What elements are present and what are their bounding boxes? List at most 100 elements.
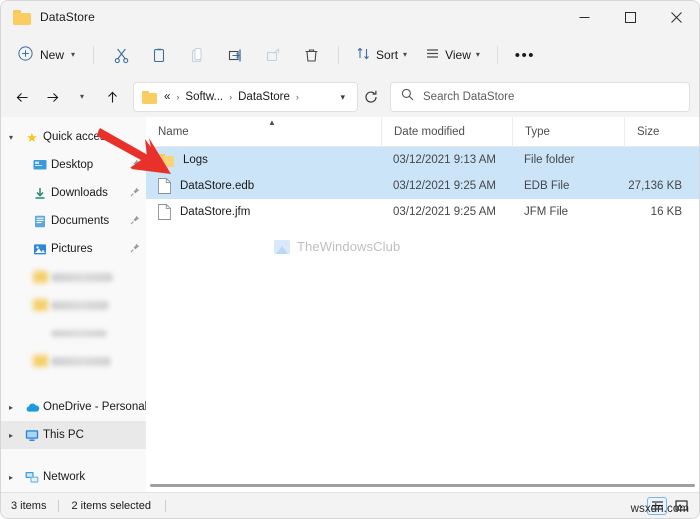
- sidebar-item-label: Network: [43, 471, 86, 483]
- up-button[interactable]: [97, 82, 127, 112]
- sidebar-item-documents[interactable]: Documents: [1, 207, 146, 235]
- new-button[interactable]: New ▾: [11, 40, 84, 70]
- breadcrumb-overflow[interactable]: «: [164, 91, 170, 103]
- navigation-pane: ▾ ★ Quick access Desktop Downloads Docum…: [1, 117, 146, 492]
- forward-button[interactable]: [37, 82, 67, 112]
- breadcrumb[interactable]: « › Softw... › DataStore › ▾: [133, 82, 358, 112]
- plus-circle-icon: [18, 46, 33, 64]
- watermark-text: TheWindowsClub: [297, 239, 401, 254]
- redacted-label: [51, 272, 113, 282]
- breadcrumb-item-1[interactable]: DataStore: [238, 91, 290, 103]
- chevron-down-icon: ▾: [403, 50, 408, 59]
- redacted-label: [51, 329, 107, 337]
- chevron-right-icon[interactable]: ▸: [1, 403, 21, 412]
- sidebar-item-network[interactable]: ▸ Network: [1, 463, 146, 491]
- copy-button[interactable]: [141, 40, 177, 70]
- sidebar-item-quick-access[interactable]: ▾ ★ Quick access: [1, 123, 146, 151]
- chevron-down-icon: ▾: [79, 92, 84, 101]
- sidebar-item-redacted-4[interactable]: [1, 347, 146, 375]
- selection-count: 2 items selected: [71, 499, 151, 512]
- pin-icon[interactable]: [130, 184, 140, 202]
- share-button: [255, 40, 291, 70]
- column-header-name[interactable]: Name: [146, 117, 381, 147]
- sidebar-item-onedrive[interactable]: ▸ OneDrive - Personal: [1, 393, 146, 421]
- corner-watermark: wsxdn.com: [630, 503, 689, 515]
- search-icon: [401, 88, 414, 106]
- image-icon: [274, 239, 290, 254]
- chevron-right-icon[interactable]: ▸: [1, 473, 21, 482]
- close-icon[interactable]: [653, 1, 699, 33]
- status-divider: [58, 499, 60, 512]
- status-divider-2: [164, 499, 166, 512]
- scrollbar-thumb[interactable]: [150, 483, 695, 487]
- sidebar-item-label: Quick access: [43, 131, 112, 143]
- cut-button[interactable]: [103, 40, 139, 70]
- column-header-size[interactable]: Size: [624, 116, 696, 147]
- desktop-icon: [29, 159, 51, 172]
- sidebar-item-label: Downloads: [51, 187, 108, 199]
- maximize-icon[interactable]: [607, 1, 653, 33]
- pc-icon: [21, 429, 43, 442]
- redacted-label: [51, 356, 111, 366]
- refresh-button[interactable]: [358, 82, 384, 112]
- sort-ascending-icon: ▲: [268, 118, 276, 127]
- table-row[interactable]: DataStore.jfm 03/12/2021 9:25 AM JFM Fil…: [146, 199, 699, 225]
- view-button[interactable]: View ▾: [417, 40, 488, 70]
- pin-icon[interactable]: [130, 156, 140, 174]
- minimize-icon[interactable]: [561, 1, 607, 33]
- column-header-date-modified[interactable]: Date modified: [381, 116, 512, 147]
- sort-button[interactable]: Sort ▾: [348, 40, 415, 70]
- delete-button[interactable]: [293, 40, 329, 70]
- chevron-down-icon[interactable]: ▾: [1, 133, 21, 142]
- back-button[interactable]: [7, 82, 37, 112]
- item-count: 3 items: [11, 499, 47, 512]
- search-input[interactable]: [423, 91, 679, 103]
- rename-button[interactable]: [217, 40, 253, 70]
- star-icon: ★: [26, 129, 38, 145]
- pin-icon[interactable]: [130, 240, 140, 258]
- recent-locations-button[interactable]: ▾: [67, 82, 97, 112]
- sidebar-item-downloads[interactable]: Downloads: [1, 179, 146, 207]
- view-button-label: View: [445, 48, 471, 62]
- file-date-cell: 03/12/2021 9:13 AM: [393, 154, 496, 166]
- breadcrumb-separator: ›: [229, 92, 233, 102]
- window-body: ▾ ★ Quick access Desktop Downloads Docum…: [1, 116, 699, 492]
- folder-icon: [142, 90, 157, 104]
- chevron-right-icon[interactable]: ▸: [1, 431, 21, 440]
- search-box[interactable]: [390, 82, 690, 112]
- file-type-cell: JFM File: [524, 206, 569, 218]
- breadcrumb-separator: ›: [176, 92, 180, 102]
- address-bar: ▾ « › Softw... › DataStore › ▾: [1, 77, 699, 117]
- window-controls: [561, 1, 699, 33]
- sidebar-item-this-pc[interactable]: ▸ This PC: [1, 421, 146, 449]
- redacted-label: [51, 300, 109, 310]
- sidebar-item-pictures[interactable]: Pictures: [1, 235, 146, 263]
- table-row[interactable]: DataStore.edb 03/12/2021 9:25 AM EDB Fil…: [146, 173, 699, 199]
- status-bar: 3 items 2 items selected wsxdn.com: [1, 492, 699, 518]
- sidebar-item-redacted-2[interactable]: [1, 291, 146, 319]
- sidebar-item-redacted-3[interactable]: [1, 319, 146, 347]
- breadcrumb-item-0[interactable]: Softw...: [185, 91, 223, 103]
- folder-icon: [29, 299, 51, 311]
- sidebar-item-redacted-1[interactable]: [1, 263, 146, 291]
- file-type-cell: EDB File: [524, 180, 570, 192]
- breadcrumb-dropdown-icon[interactable]: ▾: [332, 92, 345, 103]
- file-name-cell: DataStore.jfm: [146, 199, 381, 225]
- breadcrumb-separator: ›: [295, 92, 299, 102]
- column-header-type[interactable]: Type: [512, 116, 624, 147]
- pin-icon[interactable]: [130, 212, 140, 230]
- sort-arrows-icon: [356, 46, 371, 64]
- file-explorer-window: DataStore New ▾ Sort ▾ View ▾ ••• ▾ « › …: [0, 0, 700, 519]
- sidebar-item-label: OneDrive - Personal: [43, 401, 146, 413]
- toolbar-divider: [93, 46, 95, 64]
- file-icon: [158, 204, 171, 220]
- command-bar: New ▾ Sort ▾ View ▾ •••: [1, 33, 699, 77]
- chevron-down-icon: ▾: [475, 50, 480, 59]
- more-options-button[interactable]: •••: [507, 40, 543, 70]
- sidebar-item-label: Desktop: [51, 159, 94, 171]
- file-type-cell: File folder: [524, 154, 575, 166]
- horizontal-scrollbar[interactable]: [146, 478, 699, 492]
- sidebar-item-desktop[interactable]: Desktop: [1, 151, 146, 179]
- pictures-icon: [29, 243, 51, 256]
- table-row[interactable]: Logs 03/12/2021 9:13 AM File folder: [146, 147, 699, 173]
